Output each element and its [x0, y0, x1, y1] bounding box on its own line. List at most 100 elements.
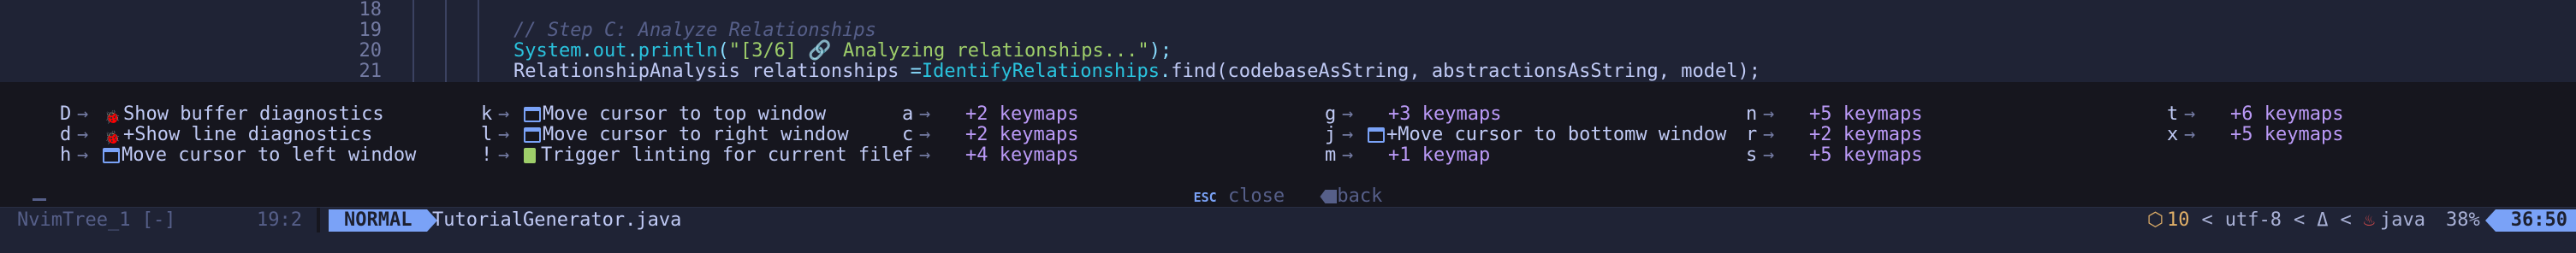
which-key-description: +6 keymaps [2230, 103, 2344, 125]
git-icon: Δ [2317, 209, 2329, 231]
which-key-item[interactable]: k → Move cursor to top window [481, 104, 826, 125]
which-key-item[interactable]: x → +5 keymaps [2167, 125, 2343, 145]
which-key-key: s [1746, 144, 1758, 166]
indent-guide [478, 21, 479, 41]
which-key-key: D [60, 103, 72, 125]
java-icon: ♨ [2363, 209, 2376, 231]
which-key-item[interactable]: n → +5 keymaps [1746, 104, 1922, 125]
indent-guide [478, 41, 479, 62]
cube-icon: ⬡ [2146, 209, 2164, 231]
indent-guide [413, 0, 414, 21]
code-token: "[3/6] 🔗 Analyzing relationships..." [728, 40, 1149, 62]
which-key-key: t [2167, 103, 2179, 125]
which-key-description: +3 keymaps [1388, 103, 1502, 125]
back-hint[interactable]: back [1337, 185, 1382, 207]
which-key-description: Move cursor to right window [543, 124, 849, 145]
which-key-description: Show buffer diagnostics [123, 103, 384, 125]
which-key-description: +1 keymap [1388, 144, 1491, 166]
code-token: ); [1149, 40, 1172, 62]
which-key-description: +5 keymaps [2230, 124, 2344, 145]
which-key-description: +4 keymaps [965, 144, 1079, 166]
which-key-description: +5 keymaps [1809, 144, 1923, 166]
which-key-key: x [2167, 124, 2179, 145]
arrow-right-icon: → [1342, 103, 1354, 125]
which-key-key: f [902, 144, 914, 166]
which-key-item[interactable]: D→ Show buffer diagnostics [60, 104, 384, 125]
code-token: IdentifyRelationships [921, 61, 1160, 82]
file-name: TutorialGenerator.java [432, 209, 682, 231]
indent-guide [445, 41, 447, 62]
code-token: . [626, 40, 638, 62]
code-token: find(codebaseAsString, abstractionsAsStr… [1171, 61, 1760, 82]
which-key-item[interactable]: d→ +Show line diagnostics [60, 125, 372, 145]
which-key-item[interactable]: h → Move cursor to left window [60, 145, 416, 166]
which-key-item[interactable]: c → +2 keymaps [902, 125, 1078, 145]
which-key-key: l [481, 124, 493, 145]
which-key-item[interactable]: t → +6 keymaps [2167, 104, 2343, 125]
command-line[interactable] [0, 232, 2576, 253]
arrow-right-icon: → [77, 144, 89, 166]
status-line: NvimTree_1 [-] 19:2 NORMAL TutorialGener… [0, 207, 2576, 233]
which-key-item[interactable]: g → +3 keymaps [1325, 104, 1501, 125]
which-key-item[interactable]: m → +1 keymap [1325, 145, 1490, 166]
which-key-item[interactable]: ! → Trigger linting for current file [481, 145, 904, 166]
which-key-item[interactable]: l → Move cursor to right window [481, 125, 849, 145]
line-number: 18 [359, 0, 383, 21]
code-token: RelationshipAnalysis relationships [513, 61, 911, 82]
indent-guide [478, 0, 479, 21]
code-line[interactable]: 21 RelationshipAnalysis relationships =Id… [0, 62, 2576, 82]
which-key-description: Move cursor to top window [543, 103, 827, 125]
code-editor[interactable]: 18 19 // Step C: Analyze Relationships 20 Sy… [0, 0, 2576, 82]
which-key-item[interactable]: a → +2 keymaps [902, 104, 1078, 125]
which-key-description: +Show line diagnostics [123, 124, 373, 145]
code-token: = [910, 61, 922, 82]
arrow-right-icon: → [498, 103, 510, 125]
arrow-right-icon: → [498, 144, 510, 166]
which-key-key: k [481, 103, 493, 125]
arrow-right-icon: → [919, 103, 931, 125]
line-number: 19 [359, 20, 383, 41]
window-icon [103, 148, 120, 163]
window-icon [524, 107, 541, 122]
code-token: println [638, 40, 718, 62]
split-separator[interactable] [317, 208, 320, 233]
code-line[interactable]: 18 [0, 0, 2576, 21]
code-token: out [592, 40, 627, 62]
which-key-description: Trigger linting for current file [541, 144, 904, 166]
window-icon [1368, 127, 1385, 143]
code-line[interactable]: 20 System.out.println("[3/6] 🔗 Analyzing … [0, 41, 2576, 62]
mode-indicator: NORMAL [329, 209, 428, 232]
arrow-right-icon: → [1342, 144, 1354, 166]
which-key-description: +Move cursor to bottomw window [1386, 124, 1727, 145]
arrow-right-icon: → [1342, 124, 1354, 145]
arrow-right-icon: → [919, 144, 931, 166]
which-key-item[interactable]: r → +2 keymaps [1746, 125, 1922, 145]
filetype-label: java [2380, 209, 2426, 231]
arrow-right-icon: → [1763, 124, 1775, 145]
indent-guide [413, 21, 414, 41]
which-key-key: a [902, 103, 914, 125]
arrow-right-icon: → [1763, 103, 1775, 125]
code-text: RelationshipAnalysis relationships =Iden… [513, 62, 1760, 82]
chevron-left-icon: < [2201, 209, 2213, 231]
file-icon [524, 148, 536, 163]
filetype: ♨ java [2364, 210, 2425, 231]
which-key-item[interactable]: f → +4 keymaps [902, 145, 1078, 166]
line-number: 21 [359, 61, 383, 82]
indent-guide [445, 21, 447, 41]
close-hint[interactable]: close [1228, 185, 1285, 207]
which-key-key: h [60, 144, 72, 166]
line-number: 20 [359, 40, 383, 62]
esc-key-badge: ESC [1193, 190, 1217, 205]
diagnostics-warning[interactable]: ⬡ 10 [2147, 210, 2190, 231]
code-line[interactable]: 19 // Step C: Analyze Relationships [0, 21, 2576, 41]
which-key-item[interactable]: s → +5 keymaps [1746, 145, 1922, 166]
which-key-description: Move cursor to left window [122, 144, 417, 166]
which-key-item[interactable]: j → +Move cursor to bottomw window [1325, 125, 1726, 145]
clock: 36:50 [2484, 209, 2576, 232]
